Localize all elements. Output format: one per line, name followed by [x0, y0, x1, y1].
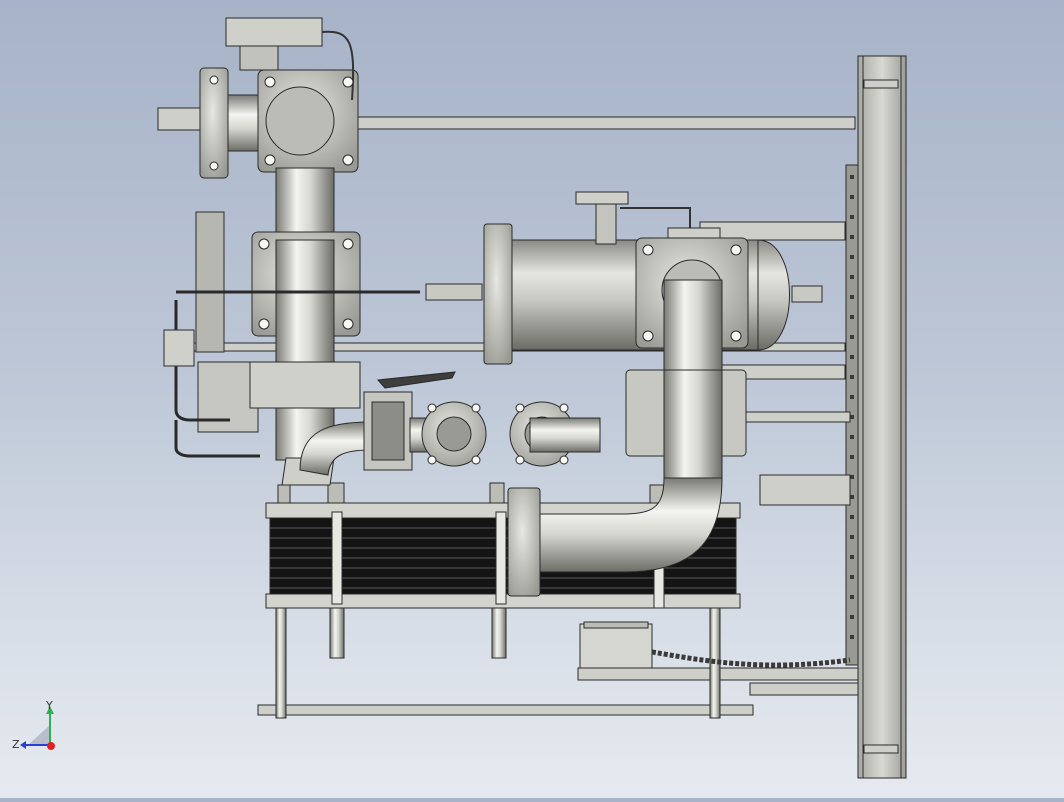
- butterfly-valve: [363, 371, 601, 471]
- x-axis-dot: [47, 742, 55, 750]
- z-axis-arrow: [20, 741, 26, 749]
- z-axis-label: Z: [12, 738, 20, 751]
- y-axis-label: Y: [45, 699, 53, 712]
- inlet-pipe-assembly: [157, 17, 359, 241]
- coordinate-triad: Y Z: [12, 699, 55, 751]
- cad-viewport[interactable]: Y Z: [0, 0, 1064, 798]
- model-canvas: Y Z: [12, 17, 907, 779]
